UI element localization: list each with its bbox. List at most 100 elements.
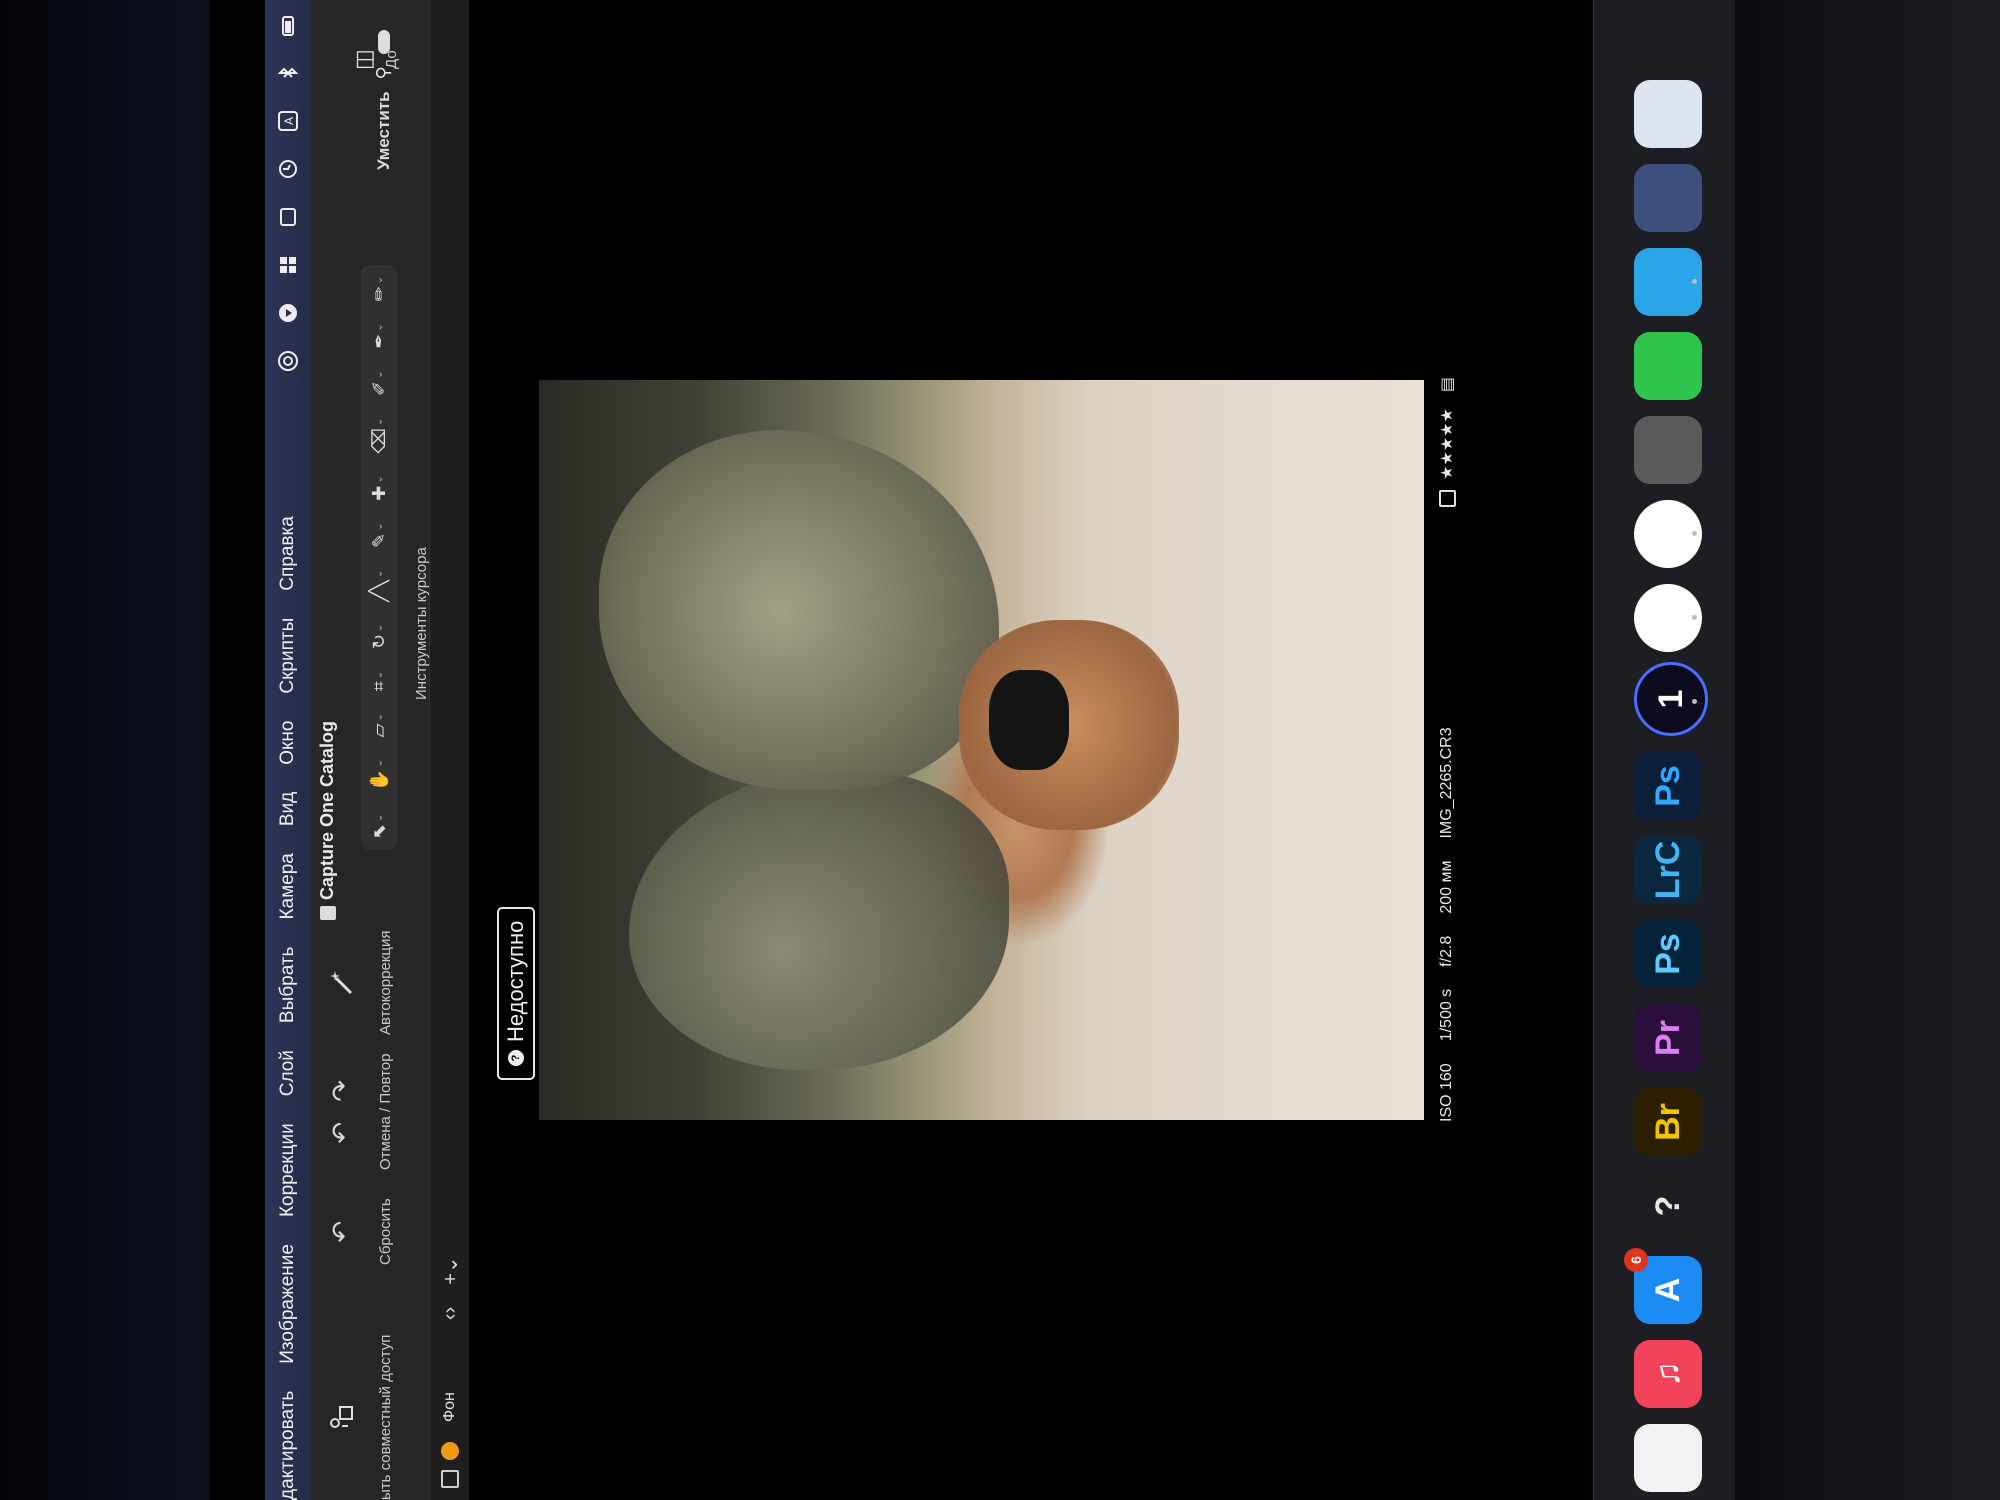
document-icon — [319, 906, 336, 920]
layer-checkbox[interactable] — [441, 1470, 459, 1488]
catalog-title-text: Capture One Catalog — [317, 720, 337, 900]
reset-icon[interactable]: ↶ — [315, 1221, 367, 1243]
brush-tool-icon[interactable]: ✎ ⌄ — [369, 523, 390, 548]
time-machine-icon[interactable] — [277, 158, 299, 180]
capture-one-icon[interactable]: 1 — [1634, 662, 1708, 736]
menu-item[interactable]: Коррекции — [277, 1123, 299, 1217]
menu-item[interactable]: Справка — [277, 516, 299, 591]
photo-rock-left — [629, 770, 1009, 1070]
lightroom-classic-icon[interactable]: LrC — [1634, 836, 1702, 904]
svg-text:A: A — [282, 117, 296, 125]
menu-item[interactable]: Камера — [277, 853, 299, 919]
rotate-tool-icon[interactable]: ↻ ⌄ — [369, 624, 390, 649]
exif-value: 1/500 s — [1438, 988, 1455, 1042]
redo-icon[interactable]: ↷ — [326, 1080, 357, 1102]
menu-item[interactable]: Скрипты — [277, 618, 299, 694]
grid-icon[interactable] — [277, 254, 299, 276]
undo-redo-label: Отмена / Повтор — [377, 1053, 394, 1170]
fit-label[interactable]: Уместить — [374, 91, 394, 170]
menu-bar: дактировать Изображение Коррекции Слой Выбра… — [265, 0, 311, 1500]
whatsapp-icon[interactable] — [1634, 332, 1702, 400]
freeform-icon[interactable] — [1634, 1424, 1702, 1492]
cursor-tools-label: Инструменты курсора — [413, 547, 430, 700]
magic-wand-icon[interactable] — [315, 968, 367, 998]
heal-tool-icon[interactable]: ✚ ⌄ — [369, 475, 390, 500]
annotate-tool-icon[interactable]: ✒ ⌄ — [369, 323, 390, 348]
undo-redo-group[interactable]: ↶ ↷ Отмена / Повтор — [315, 1053, 395, 1170]
running-indicator — [1692, 279, 1697, 284]
rating-area: ★★★★★ ▤ — [1437, 377, 1457, 507]
running-indicator — [1692, 531, 1697, 536]
monitor-bezel-left — [0, 0, 210, 1500]
before-label: До — [383, 50, 400, 69]
info-icon: ? — [508, 1050, 524, 1066]
dock-app-label: Ps — [1648, 933, 1687, 975]
auto-adjust-group[interactable]: Автокоррекция — [315, 931, 394, 1035]
share-label: ыть совместный доступ — [377, 1334, 394, 1500]
arrow-icon[interactable] — [277, 302, 299, 324]
menu-item[interactable]: Изображение — [277, 1244, 299, 1364]
picker-tool-icon[interactable]: ✐ ⌄ — [369, 370, 390, 395]
monitor-bezel-right — [1735, 0, 2000, 1500]
creative-cloud-icon[interactable] — [277, 350, 299, 372]
undo-icon[interactable]: ↶ — [326, 1122, 357, 1144]
auto-adjust-label: Автокоррекция — [377, 930, 394, 1035]
select-tool-icon[interactable]: ⬉ ⌄ — [369, 814, 390, 839]
dock-app-label: A — [1648, 1277, 1687, 1303]
premiere-icon[interactable]: Pr — [1634, 1004, 1702, 1072]
undo-redo-buttons[interactable]: ↶ ↷ — [315, 1080, 367, 1144]
layer-nav-icon[interactable]: ‹› — [439, 1307, 462, 1320]
star-rating[interactable]: ★★★★★ — [1437, 408, 1457, 480]
keyboard-a-icon[interactable]: A — [277, 110, 299, 132]
pen-tool-icon[interactable]: ✏ ⌄ — [369, 276, 390, 301]
dock-app-label: Br — [1648, 1103, 1687, 1141]
menu-item[interactable]: дактировать — [277, 1391, 299, 1500]
metadata-icon[interactable]: ▤ — [1437, 377, 1457, 392]
layer-background[interactable]: Фон — [441, 1392, 459, 1488]
before-after-area: ◫ До — [351, 49, 400, 70]
keystone-tool-icon[interactable]: ╱╲ ⌄ — [369, 570, 390, 602]
bluetooth-icon[interactable] — [277, 62, 299, 84]
photoshop-icon[interactable]: Ps — [1634, 752, 1702, 820]
layer-visibility-icon[interactable] — [441, 1442, 459, 1460]
running-indicator — [1692, 615, 1697, 620]
reset-group[interactable]: ↶ Сбросить — [315, 1198, 395, 1265]
add-layer-icon[interactable]: +⌄ — [438, 1256, 463, 1284]
select-checkbox[interactable] — [1438, 489, 1456, 507]
help-icon[interactable]: ? — [1634, 1172, 1702, 1240]
photo[interactable]: ? Недоступно — [497, 380, 1424, 1120]
menu-item[interactable]: Окно — [277, 721, 299, 765]
notification-badge: 6 — [1624, 1248, 1648, 1272]
menu-item[interactable]: Вид — [277, 792, 299, 826]
photo-subject-swimsuit — [989, 670, 1069, 770]
image-info-bar: ISO 160 1/500 s f/2.8 200 мм IMG_2265.CR3 ★★… — [1432, 377, 1462, 1122]
menu-item[interactable]: Слой — [277, 1050, 299, 1096]
app-store-icon[interactable]: A6 — [1624, 1248, 1702, 1324]
share-group[interactable]: ыть совместный доступ — [315, 1335, 394, 1500]
catalog-title: Capture One Catalog — [317, 721, 338, 920]
image-capture-icon[interactable] — [1634, 416, 1702, 484]
screen: дактировать Изображение Коррекции Слой Выбра… — [265, 0, 1735, 1500]
dock-app-label: 1 — [1651, 689, 1690, 709]
status-bar: A — [265, 14, 311, 372]
loupe-tool-icon[interactable]: ▱ ⌄ — [369, 713, 390, 737]
image-viewer: ? Недоступно ISO 160 1/500 s f/2.8 200 мм IM… — [469, 0, 1589, 1500]
photoshop-beta-icon[interactable]: Ps — [1634, 920, 1702, 988]
window-icon[interactable] — [277, 206, 299, 228]
layers-bar: Фон ‹› +⌄ — [429, 0, 470, 1500]
battery-icon[interactable] — [277, 14, 299, 36]
reset-label: Сбросить — [377, 1198, 394, 1265]
running-indicator — [1692, 699, 1697, 704]
preview-icon[interactable] — [1634, 80, 1702, 148]
menu-item[interactable]: Выбрать — [277, 947, 299, 1024]
bridge-icon[interactable]: Br — [1634, 1088, 1702, 1156]
dock: ♫ A 6? Br Pr Ps LrC Ps 1 — [1593, 0, 1735, 1500]
eraser-tool-icon[interactable]: ⌫ ⌄ — [369, 418, 390, 454]
share-icon[interactable] — [315, 1402, 367, 1432]
quicktime-icon[interactable] — [1634, 164, 1702, 232]
pan-tool-icon[interactable]: ✋ ⌄ — [369, 759, 390, 792]
layer-name-text: Фон — [441, 1392, 458, 1422]
before-after-icon[interactable]: ◫ — [351, 49, 377, 70]
crop-tool-icon[interactable]: ⌗ ⌄ — [369, 671, 390, 692]
music-icon[interactable]: ♫ — [1634, 1340, 1702, 1408]
